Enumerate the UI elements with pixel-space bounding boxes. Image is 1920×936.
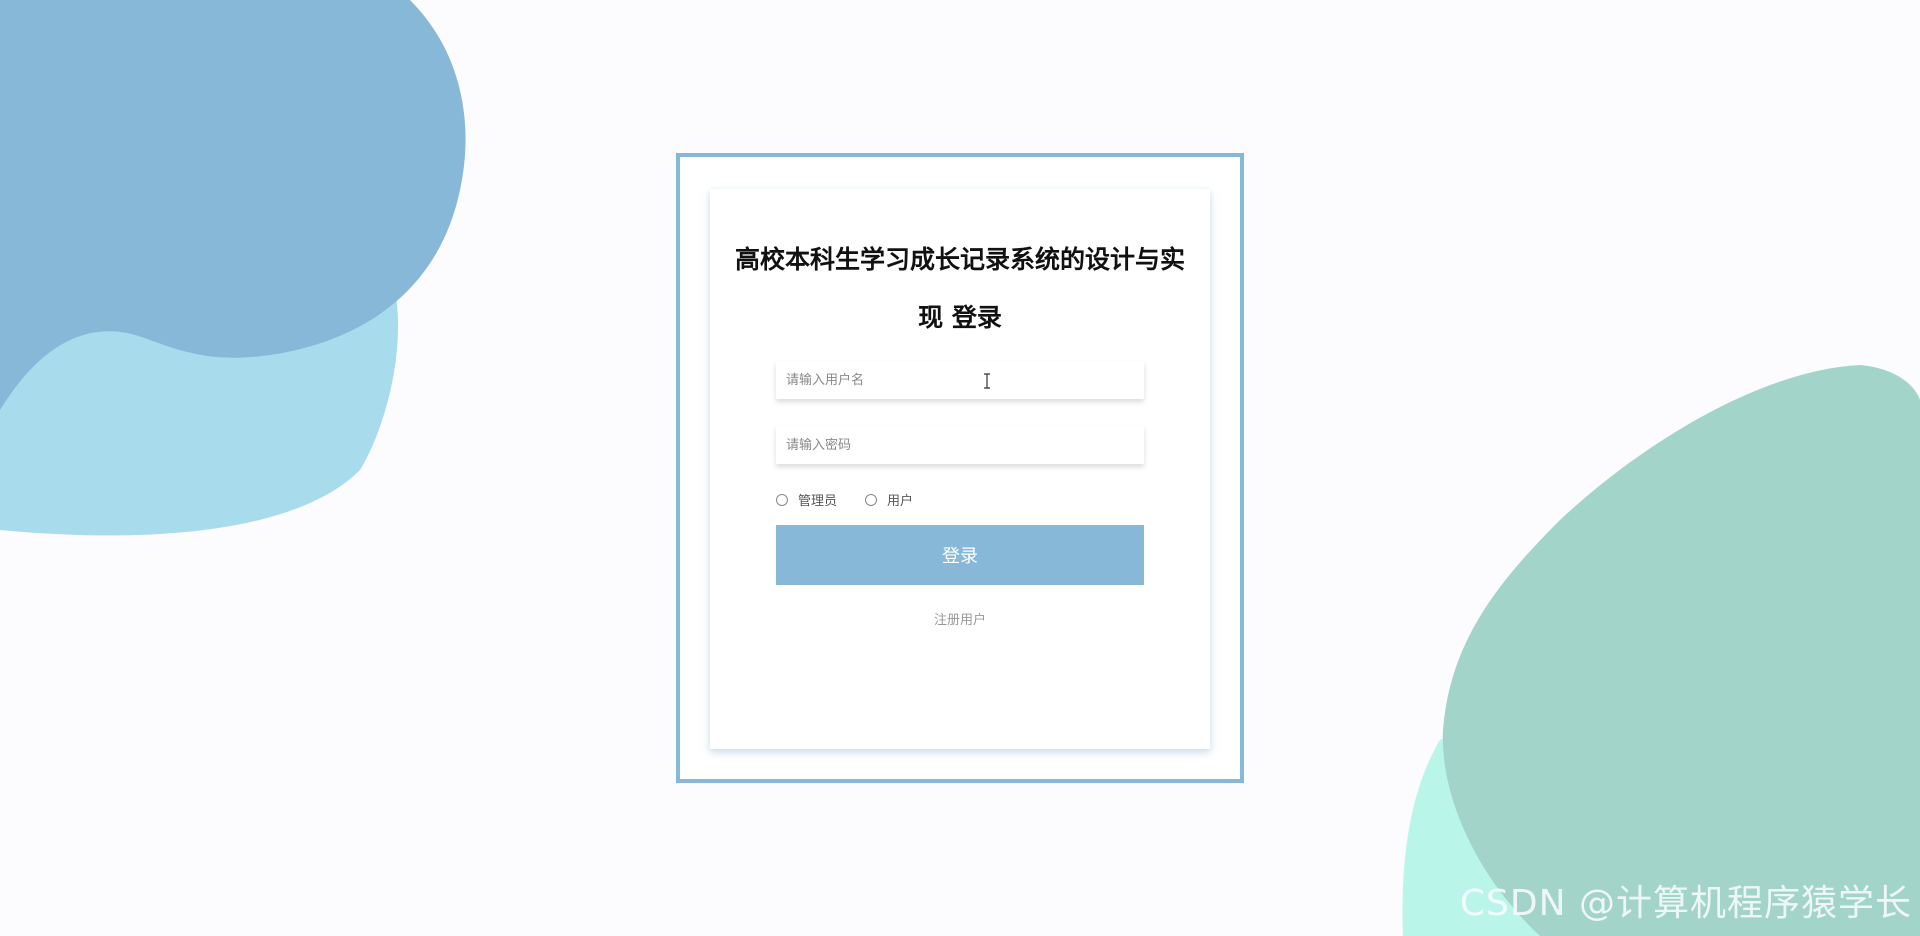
radio-circle-icon[interactable] (776, 493, 788, 506)
login-frame: 高校本科生学习成长记录系统的设计与实现 登录 管理员 用户 登录 注册用户 (676, 153, 1244, 783)
role-option-admin[interactable]: 管理员 (776, 490, 837, 509)
password-input[interactable] (776, 426, 1144, 464)
role-label-admin: 管理员 (798, 494, 838, 509)
username-input[interactable] (776, 361, 1144, 399)
role-label-user: 用户 (887, 494, 914, 509)
blob-green (1442, 365, 1920, 936)
radio-circle-icon[interactable] (865, 493, 878, 506)
i-beam-cursor-icon (984, 373, 990, 389)
register-link[interactable]: 注册用户 (776, 609, 1144, 628)
login-button[interactable]: 登录 (776, 525, 1144, 585)
login-page: 高校本科生学习成长记录系统的设计与实现 登录 管理员 用户 登录 注册用户 CS… (0, 0, 1920, 936)
login-card: 高校本科生学习成长记录系统的设计与实现 登录 管理员 用户 登录 注册用户 (710, 189, 1210, 749)
csdn-watermark: CSDN @计算机程序猿学长 (1459, 883, 1912, 924)
role-option-user[interactable]: 用户 (865, 490, 913, 509)
role-radio-group: 管理员 用户 (776, 490, 941, 509)
page-title: 高校本科生学习成长记录系统的设计与实现 登录 (734, 245, 1185, 332)
